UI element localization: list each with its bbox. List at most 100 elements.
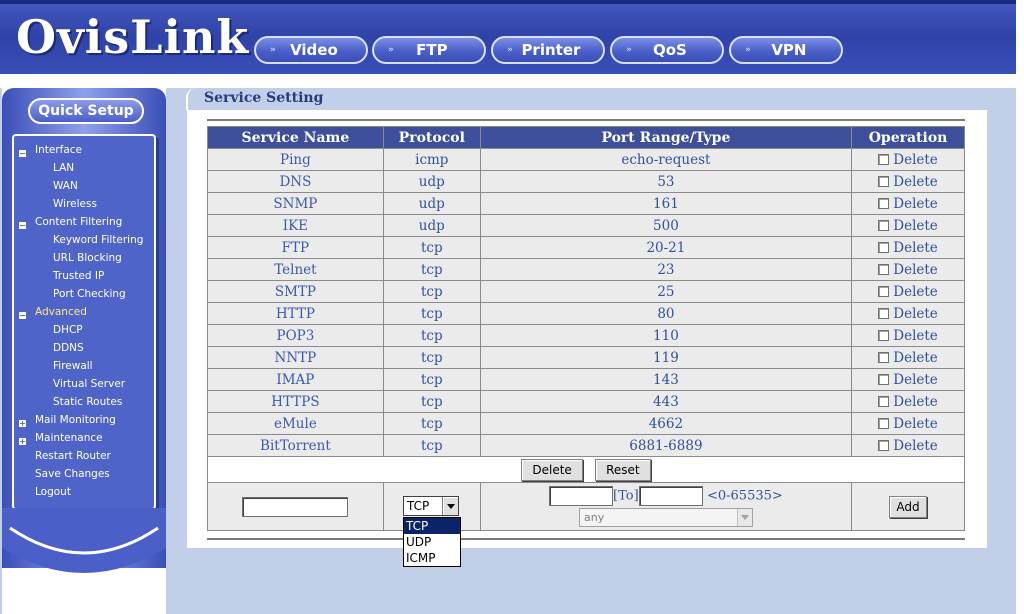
right-edge	[1016, 0, 1024, 614]
delete-checkbox[interactable]	[878, 395, 890, 407]
port-range-cell: 23	[479, 258, 853, 281]
delete-checkbox[interactable]	[878, 263, 890, 275]
service-name-cell: Ping	[207, 148, 384, 171]
delete-checkbox[interactable]	[878, 153, 890, 165]
delete-label: Delete	[893, 239, 938, 256]
add-operation-cell: Add	[851, 482, 965, 531]
collapse-minus-icon[interactable]: −	[19, 150, 26, 158]
sidebar-item-mail-monitoring[interactable]: Mail Monitoring	[35, 414, 116, 426]
delete-label: Delete	[893, 393, 938, 410]
protocol-select[interactable]: TCP	[403, 496, 459, 516]
collapse-minus-icon[interactable]: −	[19, 312, 26, 320]
sidebar-item-logout[interactable]: Logout	[35, 486, 71, 498]
delete-checkbox[interactable]	[878, 373, 890, 385]
delete-checkbox[interactable]	[878, 197, 890, 209]
protocol-option-udp[interactable]: UDP	[404, 534, 460, 550]
operation-cell: Delete	[851, 324, 965, 347]
sidebar-item-interface[interactable]: Interface	[35, 144, 82, 156]
collapse-minus-icon[interactable]: −	[19, 222, 26, 230]
nav-label: VPN	[771, 41, 807, 59]
nav-printer-button[interactable]: » Printer	[491, 36, 605, 64]
port-range-cell: 161	[479, 192, 853, 215]
port-range-cell: 25	[479, 280, 853, 303]
nav-video-button[interactable]: » Video	[254, 36, 368, 64]
delete-checkbox[interactable]	[878, 241, 890, 253]
sidebar-item-static-routes[interactable]: Static Routes	[53, 396, 122, 408]
table-row: SNMP udp 161 Delete	[207, 192, 965, 215]
port-range-cell: echo-request	[479, 148, 853, 171]
port-range-cell: 4662	[479, 412, 853, 435]
operation-cell: Delete	[851, 346, 965, 369]
nav-vpn-button[interactable]: » VPN	[729, 36, 843, 64]
service-name-cell: Telnet	[207, 258, 384, 281]
delete-checkbox[interactable]	[878, 439, 890, 451]
expand-plus-icon[interactable]: +	[19, 420, 26, 428]
sidebar-item-dhcp[interactable]: DHCP	[53, 324, 83, 336]
header-bar: OvisLink » Video » FTP » Printer » QoS »…	[0, 0, 1024, 74]
sidebar-item-lan[interactable]: LAN	[53, 162, 74, 174]
sidebar-item-trusted-ip[interactable]: Trusted IP	[53, 270, 104, 282]
delete-checkbox[interactable]	[878, 417, 890, 429]
sidebar-item-wireless[interactable]: Wireless	[53, 198, 97, 210]
port-range-cell: 80	[479, 302, 853, 325]
port-type-selected-value: any	[584, 511, 605, 524]
nav-qos-button[interactable]: » QoS	[610, 36, 724, 64]
port-range-cell: 443	[479, 390, 853, 413]
service-name-cell: POP3	[207, 324, 384, 347]
operation-cell: Delete	[851, 434, 965, 457]
expand-plus-icon[interactable]: +	[19, 438, 26, 446]
sidebar-item-restart-router[interactable]: Restart Router	[35, 450, 111, 462]
sidebar-item-maintenance[interactable]: Maintenance	[35, 432, 103, 444]
protocol-cell: tcp	[382, 258, 481, 281]
service-table: Service Name Protocol Port Range/Type Op…	[207, 126, 965, 531]
table-header-row: Service Name Protocol Port Range/Type Op…	[207, 126, 965, 149]
delete-checkbox[interactable]	[878, 285, 890, 297]
delete-label: Delete	[893, 327, 938, 344]
port-range-cell: 119	[479, 346, 853, 369]
table-row: DNS udp 53 Delete	[207, 170, 965, 193]
sidebar-item-firewall[interactable]: Firewall	[53, 360, 93, 372]
port-range-cell: 53	[479, 170, 853, 193]
chevron-down-icon[interactable]	[737, 509, 752, 526]
service-name-cell: HTTP	[207, 302, 384, 325]
protocol-option-icmp[interactable]: ICMP	[404, 550, 460, 566]
port-range-hint: <0-65535>	[706, 488, 783, 504]
col-header-protocol: Protocol	[382, 126, 481, 149]
sidebar-item-save-changes[interactable]: Save Changes	[35, 468, 110, 480]
sidebar-item-advanced[interactable]: Advanced	[35, 306, 87, 318]
reset-button[interactable]: Reset	[595, 458, 651, 481]
delete-label: Delete	[893, 217, 938, 234]
port-to-input[interactable]	[638, 486, 703, 506]
table-row: BitTorrent tcp 6881-6889 Delete	[207, 434, 965, 457]
quick-setup-button[interactable]: Quick Setup	[28, 98, 144, 124]
sidebar-item-virtual-server[interactable]: Virtual Server	[53, 378, 125, 390]
operation-cell: Delete	[851, 236, 965, 259]
chevron-down-icon[interactable]	[442, 497, 458, 515]
delete-checkbox[interactable]	[878, 307, 890, 319]
service-name-input[interactable]	[242, 496, 349, 517]
delete-checkbox[interactable]	[878, 175, 890, 187]
sidebar-item-url-blocking[interactable]: URL Blocking	[53, 252, 122, 264]
nav-ftp-button[interactable]: » FTP	[372, 36, 486, 64]
sidebar-item-content-filtering[interactable]: Content Filtering	[35, 216, 122, 228]
sidebar-item-keyword-filtering[interactable]: Keyword Filtering	[53, 234, 143, 246]
service-name-cell: IMAP	[207, 368, 384, 391]
sidebar-item-wan[interactable]: WAN	[53, 180, 78, 192]
col-header-operation: Operation	[851, 126, 965, 149]
add-button[interactable]: Add	[889, 495, 927, 518]
sidebar-item-ddns[interactable]: DDNS	[53, 342, 84, 354]
port-type-select[interactable]: any	[579, 508, 753, 527]
delete-checkbox[interactable]	[878, 351, 890, 363]
protocol-cell: tcp	[382, 324, 481, 347]
service-name-cell: FTP	[207, 236, 384, 259]
protocol-option-tcp[interactable]: TCP	[404, 518, 460, 534]
operation-cell: Delete	[851, 148, 965, 171]
delete-button[interactable]: Delete	[521, 458, 583, 481]
col-header-service-name: Service Name	[207, 126, 384, 149]
delete-label: Delete	[893, 305, 938, 322]
delete-checkbox[interactable]	[878, 329, 890, 341]
sidebar-item-port-checking[interactable]: Port Checking	[53, 288, 126, 300]
delete-checkbox[interactable]	[878, 219, 890, 231]
table-row: HTTPS tcp 443 Delete	[207, 390, 965, 413]
port-from-input[interactable]	[549, 486, 614, 506]
